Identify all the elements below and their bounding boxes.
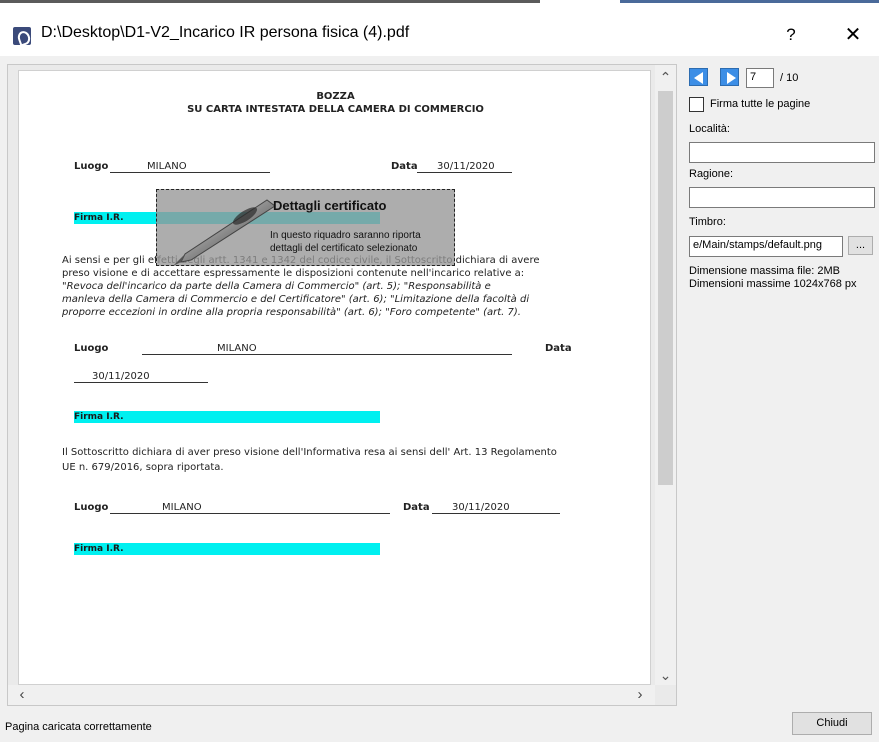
localita-label: Località: xyxy=(689,123,730,135)
privacy-line: UE n. 679/2016, sopra riportata. xyxy=(62,462,224,473)
top-edge-strip xyxy=(0,0,879,12)
vertical-scrollbar[interactable]: ⌃ ⌄ xyxy=(655,65,676,685)
certificate-title: Dettagli certificato xyxy=(273,198,387,213)
timbro-path-field[interactable]: e/Main/stamps/default.png xyxy=(689,236,843,257)
pdf-viewer[interactable]: BOZZA SU CARTA INTESTATA DELLA CAMERA DI… xyxy=(7,64,677,706)
top-edge-segment xyxy=(0,0,540,3)
next-page-button[interactable] xyxy=(720,68,739,86)
luogo-value: MILANO xyxy=(110,161,270,173)
data-label: Data xyxy=(391,161,418,172)
scroll-down-icon[interactable]: ⌄ xyxy=(655,665,676,685)
data-label: Data xyxy=(403,502,430,513)
pdf-page: BOZZA SU CARTA INTESTATA DELLA CAMERA DI… xyxy=(18,70,651,685)
certificate-info-line: dettagli del certificato selezionato xyxy=(270,243,418,254)
scroll-right-icon[interactable]: › xyxy=(630,685,650,705)
arrow-left-icon xyxy=(694,72,703,84)
pen-icon xyxy=(173,199,276,266)
luogo-label: Luogo xyxy=(74,502,109,513)
data-label: Data xyxy=(545,343,572,354)
scroll-left-icon[interactable]: ‹ xyxy=(12,685,32,705)
status-text: Pagina caricata correttamente xyxy=(5,721,152,733)
max-dimensions-text: Dimensioni massime 1024x768 px xyxy=(689,278,857,290)
scroll-thumb[interactable] xyxy=(658,91,673,485)
data-value: 30/11/2020 xyxy=(417,161,512,173)
browse-button[interactable]: ... xyxy=(848,236,873,255)
page-number-input[interactable]: 7 xyxy=(746,68,774,88)
ragione-label: Ragione: xyxy=(689,168,734,180)
close-button[interactable]: Chiudi xyxy=(792,712,872,735)
luogo-label: Luogo xyxy=(74,161,109,172)
data-value: 30/11/2020 xyxy=(432,502,560,514)
luogo-value: MILANO xyxy=(110,502,390,514)
doc-heading-2: SU CARTA INTESTATA DELLA CAMERA DI COMME… xyxy=(187,104,484,115)
certificate-info-line: In questo riquadro saranno riporta xyxy=(270,230,421,241)
top-edge-segment xyxy=(620,0,879,3)
clause-line: proporre eccezioni in ordine alla propri… xyxy=(62,307,521,318)
page-total: / 10 xyxy=(780,72,799,84)
window-title: D:\Desktop\D1-V2_Incarico IR persona fis… xyxy=(41,24,410,41)
signing-dialog: BOZZA SU CARTA INTESTATA DELLA CAMERA DI… xyxy=(0,56,879,742)
sign-all-pages-label[interactable]: Firma tutte le pagine xyxy=(710,98,810,110)
firma-label: Firma I.R. xyxy=(74,412,124,422)
firma-label: Firma I.R. xyxy=(74,544,124,554)
doc-heading-1: BOZZA xyxy=(316,91,355,102)
luogo-label: Luogo xyxy=(74,343,109,354)
arrow-right-icon xyxy=(727,72,736,84)
data-value: 30/11/2020 xyxy=(74,371,208,383)
app-icon xyxy=(13,27,31,45)
close-icon[interactable]: ✕ xyxy=(838,20,868,50)
ragione-field[interactable] xyxy=(689,187,875,208)
timbro-label: Timbro: xyxy=(689,216,726,228)
help-button[interactable]: ? xyxy=(776,20,806,50)
sign-all-pages-checkbox[interactable] xyxy=(689,97,704,112)
previous-page-button[interactable] xyxy=(689,68,708,86)
luogo-value: MILANO xyxy=(142,343,512,355)
horizontal-scrollbar[interactable]: ‹ › xyxy=(8,685,655,705)
clause-line: "Revoca dell'incarico da parte della Cam… xyxy=(62,281,491,292)
privacy-line: Il Sottoscritto dichiara di aver preso v… xyxy=(62,447,557,458)
firma-label: Firma I.R. xyxy=(74,213,124,223)
localita-field[interactable] xyxy=(689,142,875,163)
clause-line: manleva della Camera di Commercio e del … xyxy=(62,294,530,305)
max-file-size-text: Dimensione massima file: 2MB xyxy=(689,265,840,277)
certificate-details-box[interactable]: Dettagli certificato In questo riquadro … xyxy=(156,189,455,266)
clause-line: preso visione e di accettare espressamen… xyxy=(62,268,525,279)
scroll-up-icon[interactable]: ⌃ xyxy=(655,67,676,87)
